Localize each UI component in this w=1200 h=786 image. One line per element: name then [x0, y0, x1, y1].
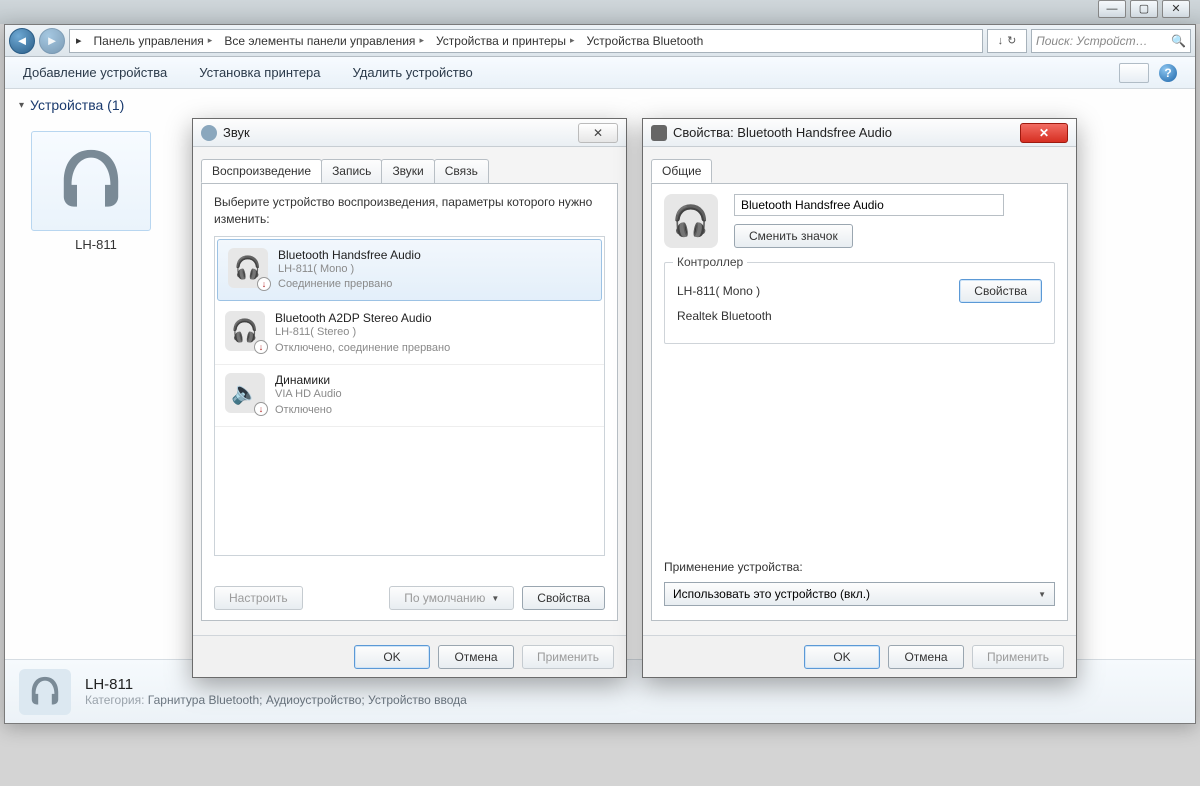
sound-dialog-footer: OK Отмена Применить — [193, 635, 626, 677]
sound-dialog: Звук ✕ Воспроизведение Запись Звуки Связ… — [192, 118, 627, 678]
device-tile-label: LH-811 — [31, 237, 161, 252]
sound-tabstrip: Воспроизведение Запись Звуки Связь — [201, 159, 618, 183]
device-row[interactable]: 🔈↓ Динамики VIA HD Audio Отключено — [215, 365, 604, 427]
device-row-name: Bluetooth A2DP Stereo Audio — [275, 311, 450, 325]
speaker-icon: 🔈↓ — [225, 373, 265, 413]
playback-device-list[interactable]: 🎧↓ Bluetooth Handsfree Audio LH-811( Mon… — [214, 236, 605, 556]
cancel-button[interactable]: Отмена — [438, 645, 514, 669]
controller-line2: Realtek Bluetooth — [677, 309, 772, 323]
device-row[interactable]: 🎧↓ Bluetooth Handsfree Audio LH-811( Mon… — [217, 239, 602, 302]
view-options-button[interactable] — [1119, 63, 1149, 83]
properties-dialog-close-button[interactable]: ✕ — [1020, 123, 1068, 143]
sound-dialog-title: Звук — [223, 125, 250, 140]
device-row-status: Соединение прервано — [278, 277, 421, 292]
properties-dialog-icon — [651, 125, 667, 141]
device-usage-value: Использовать это устройство (вкл.) — [673, 587, 870, 601]
crumb-all[interactable]: Все элементы панели управления — [224, 34, 415, 48]
ok-button[interactable]: OK — [804, 645, 880, 669]
details-title: LH-811 — [85, 676, 467, 693]
properties-dialog-titlebar[interactable]: Свойства: Bluetooth Handsfree Audio ✕ — [643, 119, 1076, 147]
tab-record[interactable]: Запись — [321, 159, 382, 183]
details-thumb-icon — [19, 669, 71, 715]
device-tile-icon — [31, 131, 151, 231]
properties-dialog: Свойства: Bluetooth Handsfree Audio ✕ Об… — [642, 118, 1077, 678]
sound-hint: Выберите устройство воспроизведения, пар… — [214, 194, 605, 228]
device-row-status: Отключено — [275, 403, 342, 418]
down-badge-icon: ↓ — [257, 277, 271, 291]
bluetooth-headset-icon — [51, 146, 131, 216]
controller-legend: Контроллер — [673, 255, 747, 269]
devices-section-header[interactable]: Устройства (1) — [5, 89, 1195, 121]
crumb-devices[interactable]: Устройства и принтеры — [436, 34, 566, 48]
device-tile[interactable]: LH-811 — [31, 131, 161, 252]
ok-button[interactable]: OK — [354, 645, 430, 669]
down-badge-icon: ↓ — [254, 340, 268, 354]
controller-properties-button[interactable]: Свойства — [959, 279, 1042, 303]
device-name-input[interactable] — [734, 194, 1004, 216]
sound-dialog-close-button[interactable]: ✕ — [578, 123, 618, 143]
tab-sounds[interactable]: Звуки — [381, 159, 434, 183]
refresh-down-icon: ↓ — [998, 35, 1004, 47]
device-row-name: Динамики — [275, 373, 342, 387]
device-large-icon: 🎧 — [664, 194, 718, 248]
device-row-sub: VIA HD Audio — [275, 387, 342, 402]
taskbar-hint: — ▢ ✕ — [0, 0, 1200, 24]
add-printer-cmd[interactable]: Установка принтера — [199, 65, 320, 80]
address-refresh[interactable]: ↓ ↻ — [987, 29, 1027, 53]
apply-button[interactable]: Применить — [522, 645, 614, 669]
tab-playback[interactable]: Воспроизведение — [201, 159, 322, 183]
properties-dialog-footer: OK Отмена Применить — [643, 635, 1076, 677]
change-icon-button[interactable]: Сменить значок — [734, 224, 853, 248]
set-default-button[interactable]: По умолчанию — [389, 586, 514, 610]
cancel-button[interactable]: Отмена — [888, 645, 964, 669]
tab-comm[interactable]: Связь — [434, 159, 489, 183]
properties-tabstrip: Общие — [651, 159, 1068, 183]
device-usage-label: Применение устройства: — [664, 560, 803, 574]
device-row-sub: LH-811( Mono ) — [278, 262, 421, 277]
configure-button[interactable]: Настроить — [214, 586, 303, 610]
down-badge-icon: ↓ — [254, 402, 268, 416]
controller-line1: LH-811( Mono ) — [677, 284, 760, 298]
nav-back-button[interactable]: ◄ — [9, 28, 35, 54]
device-row-status: Отключено, соединение прервано — [275, 341, 450, 356]
headphones-icon: 🎧↓ — [228, 248, 268, 288]
apply-button[interactable]: Применить — [972, 645, 1064, 669]
tab-general[interactable]: Общие — [651, 159, 712, 183]
device-row-name: Bluetooth Handsfree Audio — [278, 248, 421, 262]
remove-device-cmd[interactable]: Удалить устройство — [353, 65, 473, 80]
window-minimize-button[interactable]: — — [1098, 0, 1126, 18]
crumb-cp[interactable]: Панель управления — [94, 34, 204, 48]
crumb-bluetooth[interactable]: Устройства Bluetooth — [586, 34, 703, 48]
controller-fieldset: Контроллер LH-811( Mono ) Свойства Realt… — [664, 262, 1055, 344]
properties-button[interactable]: Свойства — [522, 586, 605, 610]
device-row[interactable]: 🎧↓ Bluetooth A2DP Stereo Audio LH-811( S… — [215, 303, 604, 365]
window-close-button[interactable]: ✕ — [1162, 0, 1190, 18]
breadcrumb[interactable]: ▸ Панель управления▸ Все элементы панели… — [69, 29, 983, 53]
properties-tabpane: 🎧 Сменить значок Контроллер LH-811( Mono… — [651, 183, 1068, 621]
help-icon[interactable]: ? — [1159, 64, 1177, 82]
search-icon: 🔍 — [1171, 34, 1186, 48]
search-placeholder: Поиск: Устройст… — [1036, 34, 1148, 48]
sound-dialog-titlebar[interactable]: Звук ✕ — [193, 119, 626, 147]
command-bar: Добавление устройства Установка принтера… — [5, 57, 1195, 89]
headphones-icon: 🎧↓ — [225, 311, 265, 351]
devices-section-label: Устройства (1) — [30, 97, 124, 113]
add-device-cmd[interactable]: Добавление устройства — [23, 65, 167, 80]
sound-tabpane: Выберите устройство воспроизведения, пар… — [201, 183, 618, 621]
nav-forward-button[interactable]: ► — [39, 28, 65, 54]
window-maximize-button[interactable]: ▢ — [1130, 0, 1158, 18]
sound-dialog-icon — [201, 125, 217, 141]
address-bar: ◄ ► ▸ Панель управления▸ Все элементы па… — [5, 25, 1195, 57]
details-category-value: Гарнитура Bluetooth; Аудиоустройство; Ус… — [148, 693, 467, 707]
device-usage-select[interactable]: Использовать это устройство (вкл.) — [664, 582, 1055, 606]
details-category-label: Категория: — [85, 693, 144, 707]
search-input[interactable]: Поиск: Устройст… 🔍 — [1031, 29, 1191, 53]
device-row-sub: LH-811( Stereo ) — [275, 325, 450, 340]
properties-dialog-title: Свойства: Bluetooth Handsfree Audio — [673, 125, 892, 140]
refresh-icon: ↻ — [1007, 34, 1016, 47]
